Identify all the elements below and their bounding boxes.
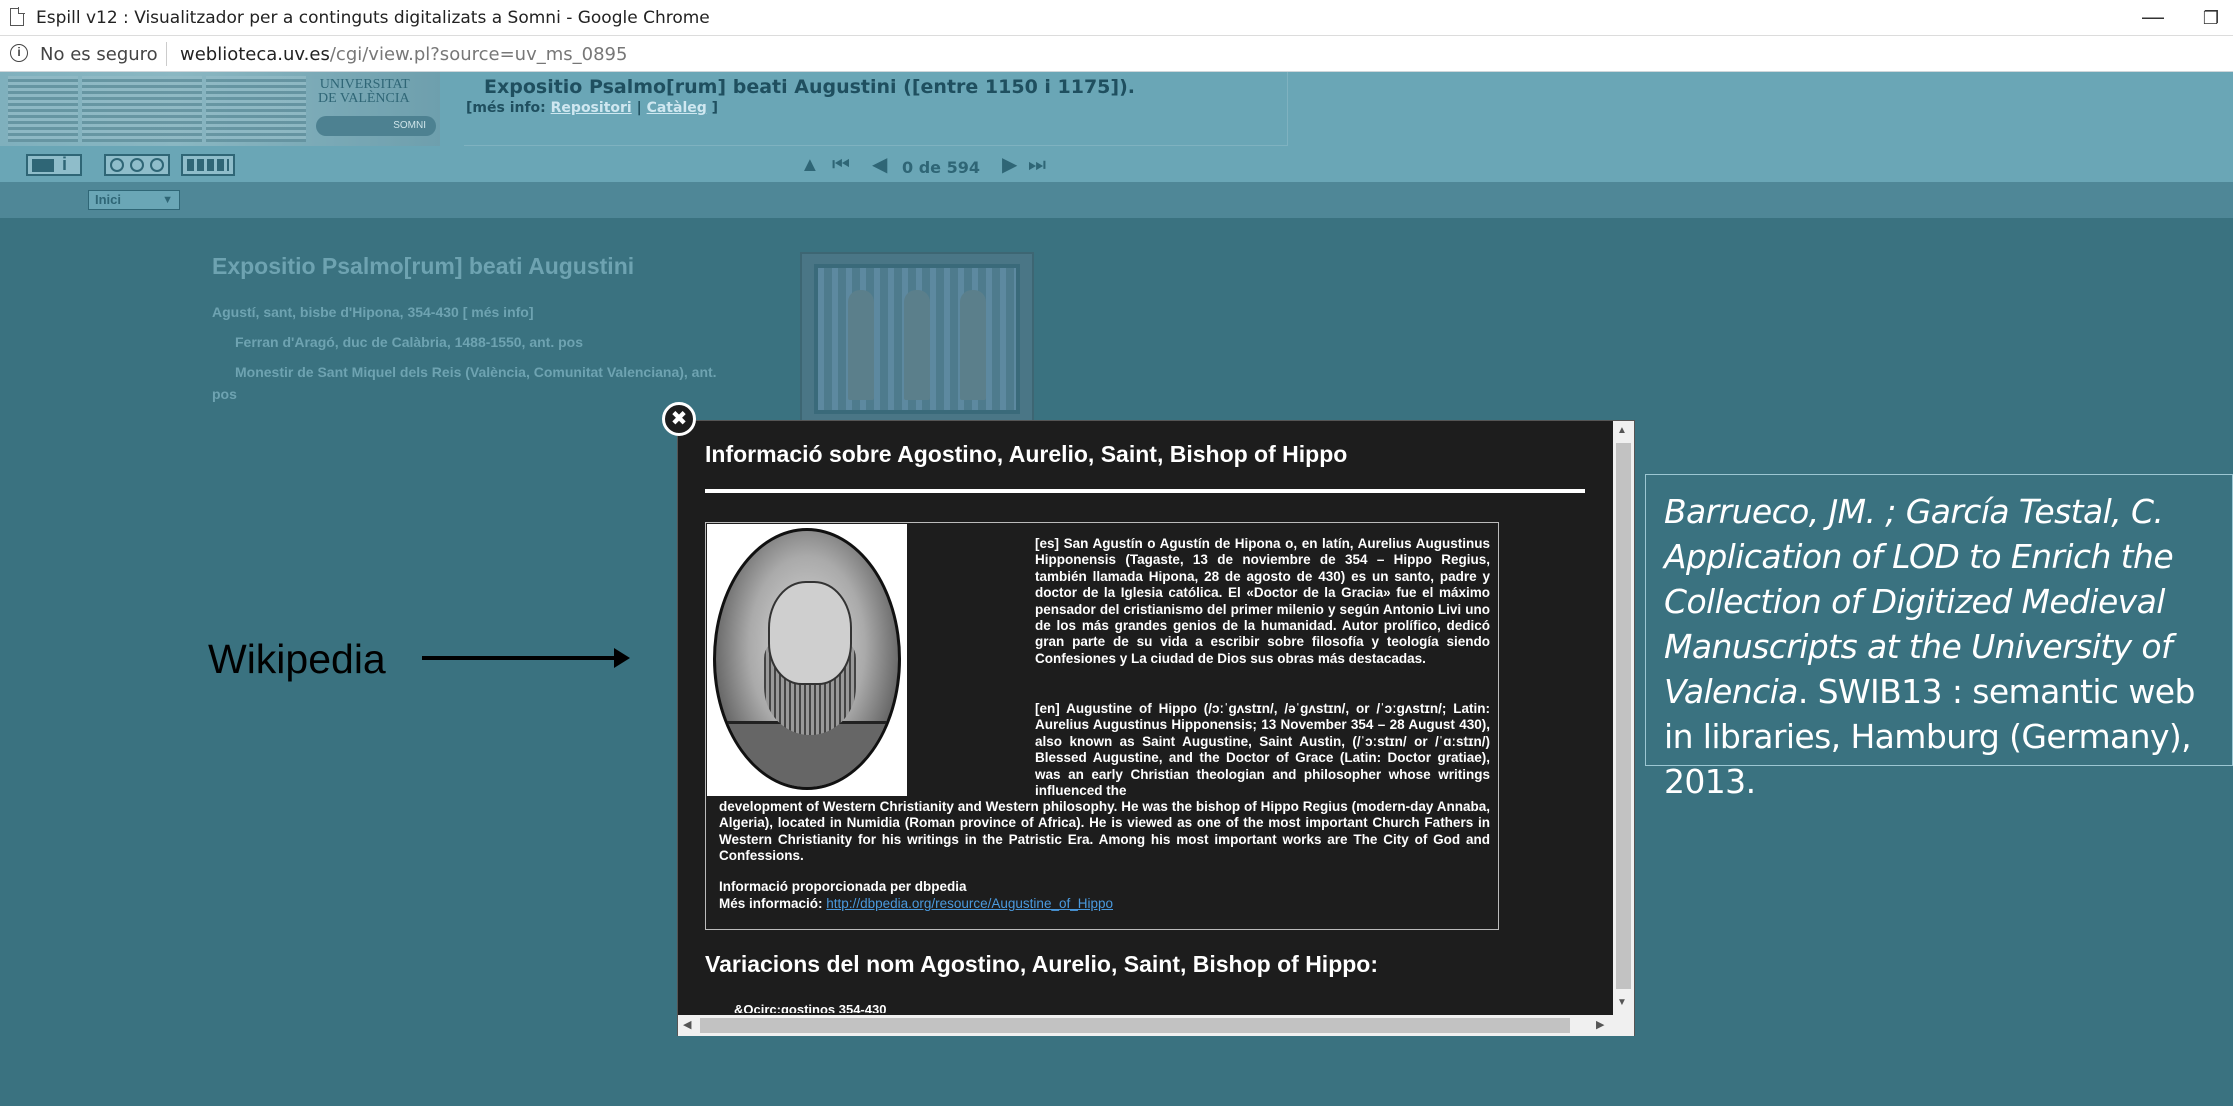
owner-line[interactable]: Ferran d'Aragó, duc de Calàbria, 1488-15… <box>235 334 583 350</box>
info-icon[interactable]: i <box>10 44 28 62</box>
logo-manuscript-image <box>82 76 202 142</box>
scroll-down-icon[interactable]: ▼ <box>1617 997 1627 1008</box>
logo-text: UNIVERSITAT DE VALÈNCIA <box>318 78 410 106</box>
grid-view-icon[interactable] <box>181 154 235 176</box>
cataleg-link[interactable]: Catàleg <box>647 100 707 116</box>
variations-heading: Variacions del nom Agostino, Aurelio, Sa… <box>705 951 1378 977</box>
vertical-scrollbar[interactable]: ▲ ▼ <box>1613 421 1634 1015</box>
author-line[interactable]: Agustí, sant, bisbe d'Hipona, 354-430 [ … <box>212 304 534 320</box>
security-label[interactable]: No es seguro <box>40 44 158 65</box>
page-icon <box>10 7 25 26</box>
citation-authors: Barrueco, JM. ; García Testal, C. <box>1664 492 2164 531</box>
scroll-up-icon[interactable]: ▲ <box>1617 425 1627 436</box>
more-info-label: Més informació: <box>719 896 823 911</box>
arrow-right-icon <box>422 648 630 668</box>
wikipedia-annotation: Wikipedia <box>208 636 386 682</box>
site-logo[interactable]: UNIVERSITAT DE VALÈNCIA SOMNI <box>0 72 440 146</box>
next-page-icon[interactable]: ▶ <box>1002 154 1017 176</box>
record-title: Expositio Psalmo[rum] beati Augustini <box>212 253 635 279</box>
logo-line: UNIVERSITAT <box>319 77 410 92</box>
modal-divider <box>705 489 1585 493</box>
logo-manuscript-image <box>206 76 306 142</box>
first-page-icon[interactable]: ⏮ <box>832 154 850 176</box>
restore-button[interactable]: ❐ <box>2196 4 2226 32</box>
bio-spanish: [es] San Agustín o Agustín de Hipona o, … <box>1035 536 1490 666</box>
close-icon[interactable]: ✖ <box>662 402 696 436</box>
horizontal-scroll-thumb[interactable] <box>700 1018 1570 1033</box>
window-title: Espill v12 : Visualitzador per a conting… <box>36 8 710 28</box>
chevron-down-icon: ▼ <box>162 194 173 206</box>
scroll-left-icon[interactable]: ◀ <box>683 1018 691 1031</box>
site-header: UNIVERSITAT DE VALÈNCIA SOMNI Expositio P… <box>0 72 2233 182</box>
more-info-suffix: ] <box>711 100 719 116</box>
minimize-button[interactable]: — <box>2138 4 2168 32</box>
browser-titlebar: Espill v12 : Visualitzador per a conting… <box>0 0 2233 36</box>
more-info-separator: | <box>636 100 642 116</box>
bio-english-continued: development of Western Christianity and … <box>719 799 1490 864</box>
up-arrow-icon[interactable]: ▲ <box>800 154 820 176</box>
dbpedia-info-box: [es] San Agustín o Agustín de Hipona o, … <box>705 522 1499 930</box>
source-line: Informació proporcionada per dbpedia <box>719 879 967 894</box>
manuscript-thumbnail[interactable] <box>800 252 1034 424</box>
logo-manuscript-image <box>8 76 78 142</box>
page-counter: 0 de 594 <box>902 158 980 177</box>
cc-license-icon[interactable] <box>104 154 170 176</box>
more-info-prefix: [més info: <box>466 100 546 116</box>
scroll-right-icon[interactable]: ▶ <box>1596 1018 1604 1031</box>
augustine-portrait <box>707 524 907 796</box>
manuscript-illumination <box>814 264 1020 414</box>
citation-box: Barrueco, JM. ; García Testal, C. Applic… <box>1645 474 2233 801</box>
more-info-line: Més informació: http://dbpedia.org/resou… <box>719 896 1319 912</box>
more-info: [més info: Repositori | Catàleg ] <box>466 100 718 116</box>
horizontal-scrollbar[interactable]: ◀ ▶ <box>678 1015 1634 1036</box>
bio-english: [en] Augustine of Hippo (/ɔːˈɡʌstɪn/, /ə… <box>1035 701 1490 799</box>
page-navigation: ▲ ⏮ ◀ 0 de 594 ▶ ⏭ <box>800 154 1080 178</box>
somni-badge: SOMNI <box>316 116 436 136</box>
url-host: weblioteca.uv.es <box>180 44 330 65</box>
owner-line[interactable]: Monestir de Sant Miquel dels Reis (Valèn… <box>235 364 717 380</box>
address-bar[interactable]: i No es seguro weblioteca.uv.es/cgi/view… <box>0 36 2233 72</box>
url-field[interactable]: weblioteca.uv.es/cgi/view.pl?source=uv_m… <box>180 44 627 65</box>
variation-list-item: &Ocirc;gostinos 354-430 <box>734 1001 886 1013</box>
dbpedia-link[interactable]: http://dbpedia.org/resource/Augustine_of… <box>826 896 1113 911</box>
url-path: /cgi/view.pl?source=uv_ms_0895 <box>329 44 628 65</box>
citation-text: Barrueco, JM. ; García Testal, C. Applic… <box>1664 489 2232 804</box>
vertical-scroll-thumb[interactable] <box>1616 443 1631 989</box>
modal-heading: Informació sobre Agostino, Aurelio, Sain… <box>705 441 1348 467</box>
section-select[interactable]: Inici ▼ <box>88 190 180 210</box>
prev-page-icon[interactable]: ◀ <box>872 154 887 176</box>
address-separator <box>166 42 167 66</box>
info-modal: Informació sobre Agostino, Aurelio, Sain… <box>677 420 1635 1036</box>
repositori-link[interactable]: Repositori <box>551 100 632 116</box>
header-panel: Expositio Psalmo[rum] beati Augustini ([… <box>464 72 1288 146</box>
owner-line-continued: pos <box>212 386 237 402</box>
section-select-value: Inici <box>95 192 122 207</box>
logo-line: DE VALÈNCIA <box>318 91 410 106</box>
last-page-icon[interactable]: ⏭ <box>1028 154 1046 176</box>
sub-bar: Inici ▼ <box>0 182 2233 218</box>
info-view-icon[interactable]: i <box>26 154 82 176</box>
document-title: Expositio Psalmo[rum] beati Augustini ([… <box>484 76 1135 98</box>
